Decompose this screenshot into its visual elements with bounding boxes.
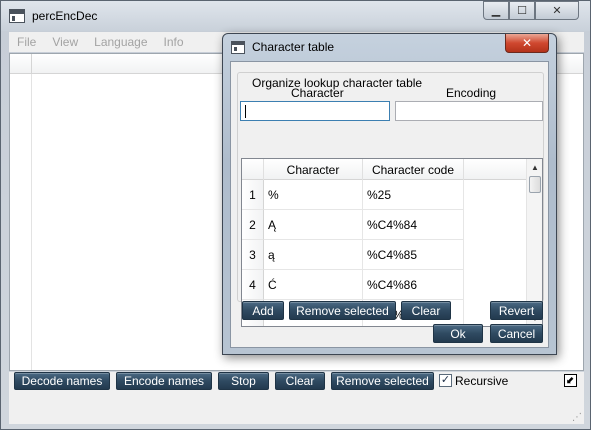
text-caret xyxy=(245,105,246,118)
character-cell[interactable]: % xyxy=(264,180,363,210)
app-window-icon xyxy=(9,9,25,23)
empty-cell xyxy=(464,210,527,240)
minimize-icon: ▁ xyxy=(491,5,501,17)
menu-language[interactable]: Language xyxy=(86,32,155,52)
close-icon: ✕ xyxy=(552,5,562,17)
ok-button[interactable]: Ok xyxy=(433,324,483,343)
close-icon: ✕ xyxy=(521,36,533,50)
dialog-title: Character table xyxy=(252,40,335,54)
main-titlebar[interactable]: percEncDec ▁ ☐ ✕ xyxy=(1,1,590,31)
table-row[interactable]: 1 % %25 xyxy=(242,180,527,210)
character-table-dialog: Character table ✕ Organize lookup charac… xyxy=(222,33,557,355)
window-title: percEncDec xyxy=(32,9,98,23)
caption-buttons: ▁ ☐ ✕ xyxy=(483,1,579,21)
encoding-input[interactable] xyxy=(395,101,543,121)
stop-button[interactable]: Stop xyxy=(218,372,269,390)
scroll-up-icon[interactable]: ▲ xyxy=(527,159,542,175)
row-number[interactable]: 2 xyxy=(242,210,264,240)
empty-cell xyxy=(464,240,527,270)
bottom-toolbar: Decode names Encode names Stop Clear Rem… xyxy=(9,372,584,424)
file-list-corner xyxy=(10,54,32,74)
menu-view[interactable]: View xyxy=(44,32,86,52)
remove-selected-button[interactable]: Remove selected xyxy=(331,372,434,390)
arrow-down-left-glyph: ⬋ xyxy=(566,375,575,386)
character-label: Character xyxy=(291,86,344,100)
add-button[interactable]: Add xyxy=(242,301,284,320)
dialog-body: Organize lookup character table Characte… xyxy=(230,61,549,348)
character-cell[interactable]: Ą xyxy=(264,210,363,240)
encode-names-button[interactable]: Encode names xyxy=(116,372,212,390)
recursive-label: Recursive xyxy=(455,374,509,388)
encoding-label: Encoding xyxy=(446,86,497,100)
column-header-character-code[interactable]: Character code xyxy=(363,159,464,180)
checkmark-icon: ✓ xyxy=(440,374,451,386)
character-cell[interactable]: Ć xyxy=(264,270,363,300)
close-button[interactable]: ✕ xyxy=(535,1,579,20)
table-header: Character Character code xyxy=(242,159,527,180)
code-cell[interactable]: %C4%85 xyxy=(363,240,464,270)
empty-cell xyxy=(464,270,527,300)
revert-button[interactable]: Revert xyxy=(490,301,543,320)
recursive-checkbox[interactable]: ✓ xyxy=(439,374,452,387)
code-cell[interactable]: %C4%84 xyxy=(363,210,464,240)
empty-cell xyxy=(464,180,527,210)
clear-button[interactable]: Clear xyxy=(275,372,325,390)
table-row[interactable]: 3 ą %C4%85 xyxy=(242,240,527,270)
collapse-arrow-icon[interactable]: ⬋ xyxy=(564,374,577,387)
dialog-titlebar[interactable]: Character table ✕ xyxy=(223,34,556,60)
dialog-remove-selected-button[interactable]: Remove selected xyxy=(289,301,396,320)
table-row[interactable]: 2 Ą %C4%84 xyxy=(242,210,527,240)
dialog-clear-button[interactable]: Clear xyxy=(401,301,451,320)
minimize-button[interactable]: ▁ xyxy=(483,1,509,20)
code-cell[interactable]: %25 xyxy=(363,180,464,210)
table-row[interactable]: 4 Ć %C4%86 xyxy=(242,270,527,300)
character-cell[interactable]: ą xyxy=(264,240,363,270)
dialog-close-button[interactable]: ✕ xyxy=(505,34,549,53)
row-number[interactable]: 4 xyxy=(242,270,264,300)
maximize-button[interactable]: ☐ xyxy=(509,1,535,20)
menu-info[interactable]: Info xyxy=(156,32,192,52)
table-corner[interactable] xyxy=(242,159,264,180)
dialog-window-icon xyxy=(231,41,245,54)
decode-names-button[interactable]: Decode names xyxy=(14,372,110,390)
file-list-row-header xyxy=(10,74,32,370)
row-number[interactable]: 3 xyxy=(242,240,264,270)
scrollbar-thumb[interactable] xyxy=(529,176,541,193)
size-grip-icon[interactable]: ⋰ xyxy=(572,412,584,424)
character-input[interactable] xyxy=(240,101,390,121)
column-header-character[interactable]: Character xyxy=(264,159,363,180)
column-header-empty xyxy=(464,159,527,180)
cancel-button[interactable]: Cancel xyxy=(490,324,543,343)
code-cell[interactable]: %C4%86 xyxy=(363,270,464,300)
menu-file[interactable]: File xyxy=(9,32,44,52)
maximize-icon: ☐ xyxy=(517,5,527,17)
row-number[interactable]: 1 xyxy=(242,180,264,210)
